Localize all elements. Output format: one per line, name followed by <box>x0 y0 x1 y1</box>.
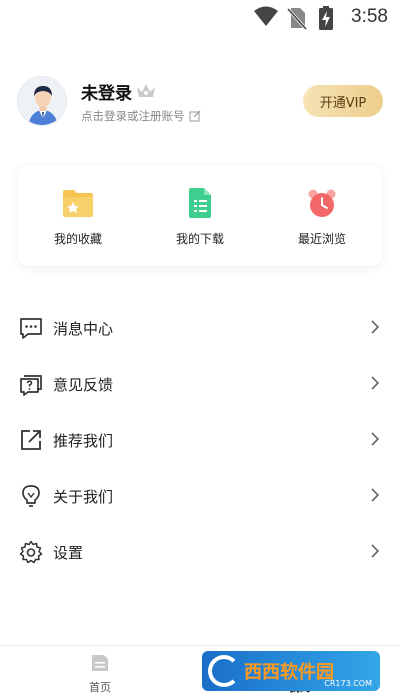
open-vip-button[interactable]: 开通VIP <box>303 85 383 117</box>
no-sim-icon <box>286 7 308 30</box>
profile-header[interactable]: 未登录 点击登录或注册账号 开通VIP <box>17 76 383 132</box>
quick-action-downloads[interactable]: 我的下载 <box>140 188 260 247</box>
wifi-icon <box>254 6 278 26</box>
quick-action-favorites[interactable]: 我的收藏 <box>18 188 138 247</box>
menu-item-label: 设置 <box>53 544 84 562</box>
quick-actions-card: 我的收藏 我的下载 最近浏览 <box>18 166 382 266</box>
chevron-right-icon <box>371 488 380 502</box>
login-prompt[interactable]: 点击登录或注册账号 <box>81 108 201 124</box>
alarm-clock-icon <box>308 189 336 217</box>
menu-item-messages[interactable]: 消息中心 <box>0 300 400 356</box>
menu-item-feedback[interactable]: 意见反馈 <box>0 356 400 412</box>
chevron-right-icon <box>371 432 380 446</box>
chevron-right-icon <box>371 544 380 558</box>
chevron-right-icon <box>371 376 380 390</box>
menu-item-label: 意见反馈 <box>53 376 114 394</box>
feedback-icon <box>20 375 42 396</box>
status-bar: 3:58 <box>0 0 400 36</box>
login-prompt-text: 点击登录或注册账号 <box>81 109 185 123</box>
menu-item-label: 关于我们 <box>53 488 114 506</box>
menu-item-recommend[interactable]: 推荐我们 <box>0 412 400 468</box>
watermark-c-icon <box>208 655 240 687</box>
menu-item-about[interactable]: 关于我们 <box>0 468 400 524</box>
folder-star-icon <box>63 190 93 217</box>
quick-action-recent[interactable]: 最近浏览 <box>262 188 382 247</box>
crown-icon <box>137 84 155 97</box>
avatar[interactable] <box>17 76 67 126</box>
document-icon <box>189 188 211 218</box>
avatar-illustration <box>28 86 58 125</box>
home-icon <box>92 655 108 671</box>
tab-label: 首页 <box>89 681 111 694</box>
quick-action-label: 我的下载 <box>175 232 224 246</box>
watermark-logo: 西西软件园 CR173.COM <box>202 651 380 691</box>
menu-item-settings[interactable]: 设置 <box>0 524 400 580</box>
quick-action-label: 最近浏览 <box>297 232 346 246</box>
username[interactable]: 未登录 <box>81 79 132 104</box>
edit-icon <box>189 110 200 122</box>
chevron-right-icon <box>371 320 380 334</box>
watermark-brand: 西西软件园 <box>244 662 334 683</box>
battery-charging-icon <box>319 6 333 30</box>
settings-menu: 消息中心 意见反馈 推荐我们 关于我们 设置 <box>0 300 400 580</box>
tab-home[interactable]: 首页 <box>50 654 150 695</box>
menu-item-label: 推荐我们 <box>53 432 114 450</box>
message-icon <box>20 318 42 339</box>
gear-icon <box>19 540 43 564</box>
lightbulb-icon <box>22 485 40 507</box>
clock: 3:58 <box>351 6 388 27</box>
share-icon <box>21 430 41 450</box>
menu-item-label: 消息中心 <box>53 320 114 338</box>
watermark-url: CR173.COM <box>324 679 372 688</box>
quick-action-label: 我的收藏 <box>53 232 102 246</box>
